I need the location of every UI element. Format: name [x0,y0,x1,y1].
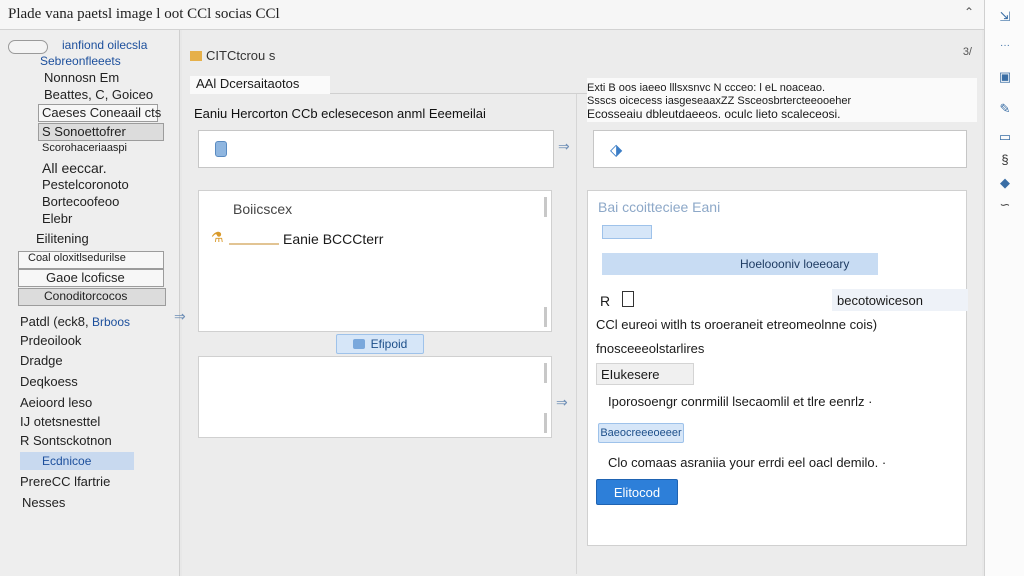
sidebar-item[interactable]: Dradge [20,353,63,368]
scrollbar-top[interactable] [544,197,547,217]
scrollbar-bottom[interactable] [544,413,547,433]
cube-icon[interactable]: ◆ [991,172,1019,194]
sidebar-item[interactable]: Sebreonfleeets [40,54,121,68]
row-value[interactable]: becotowiceson [832,289,968,311]
attach-button[interactable]: Efipoid [336,334,424,354]
file-icon [622,291,634,307]
attachment-icon: ⚗ [211,229,224,245]
row-label: R [600,293,611,309]
document-icon [215,141,227,157]
sidebar-item[interactable]: Eilitening [36,231,89,246]
scrollbar-bottom[interactable] [544,307,547,327]
sidebar-item[interactable]: Bortecoofeoo [42,194,119,209]
text-line: Iporosoengr conrmilil lsecaomlil et tlre… [608,394,873,409]
arrow-right-icon: ⇒ [174,308,186,324]
sidebar-item[interactable]: IJ otetsnesttel [20,414,100,429]
sidebar-item[interactable]: Coal oloxitlsedurilse [28,252,126,264]
small-input[interactable] [602,225,652,239]
folder-icon [190,51,202,61]
info-line: Ecosseaiu dbleutdaeeos. oculc lieto scal… [587,107,841,121]
sidebar-item[interactable]: Nesses [22,495,65,510]
sidebar-item[interactable]: Gaoe lcoficse [46,270,125,285]
sidebar-item-active[interactable]: Ecdnicoe [42,454,91,468]
tab-active[interactable]: AAl Dcersaitaotos [190,76,330,94]
window-control-icon[interactable]: ⌃ [964,5,974,19]
right-input-field[interactable]: ⬗ [593,130,967,168]
text-line: fnosceeeolstarlires [596,341,705,356]
sidebar-item[interactable]: Nonnosn Em [44,70,119,85]
sidebar-item[interactable]: Caeses Coneaail cts [42,105,161,120]
submit-button[interactable]: Elitocod [596,479,678,505]
upload-icon: ⬗ [610,142,623,159]
sidebar-item[interactable]: Aeioord leso [20,395,92,410]
edit-icon[interactable]: ✎ [991,98,1019,120]
details-panel: Bai ccoitteciee Eani Hoeloooniv loeeoary… [587,190,968,546]
sidebar: ianfiond oilecsla Sebreonfleeets Nonnosn… [0,30,180,576]
sidebar-item-selected[interactable]: Conoditorcocos [44,289,127,303]
arrow-right-icon: ⇒ [556,394,568,410]
sidebar-item[interactable]: PrereCC lfartrie [20,474,110,489]
panel-title: Bai ccoitteciee Eani [598,199,721,215]
main-area: CITCtcrou s 3/ AAl Dcersaitaotos Eaniu H… [174,30,982,576]
image-icon[interactable]: ▣ [991,66,1019,88]
secondary-button[interactable]: Baeocreeeoeeer [598,423,684,443]
breadcrumb[interactable]: CITCtcrou s [190,48,275,63]
attachment-panel: Boiicscex ⚗ Eanie BCCCterr [198,190,552,332]
info-line: Ssscs oicecess iasgeseaaxZZ Ssceosbrterc… [587,95,852,107]
link-icon[interactable]: § [991,148,1019,170]
attach-button-label: Efipoid [370,337,408,351]
info-line: Exti B oos iaeeo lllsxsnvc N ccceo: l eL… [587,82,826,94]
title-bar: Plade vana paetsl image l oot CCl socias… [0,0,984,30]
sidebar-item[interactable]: Patdl (eck8, [20,314,89,329]
label-box[interactable]: EIukesere [596,363,694,385]
sidebar-item[interactable]: R Sontsckotnon [20,433,112,448]
page-icon[interactable]: ▭ [991,126,1019,148]
breadcrumb-end: 3/ [962,46,972,58]
sidebar-item[interactable]: Scorohaceriaaspi [42,142,127,154]
text-line: CCl eureoi witlh ts oroeraneit etreomeol… [596,317,878,332]
attach-icon [352,339,365,349]
sidebar-item[interactable]: Deqkoess [20,374,78,389]
panel-title: Boiicscex [233,201,293,217]
window-title: Plade vana paetsl image l oot CCl socias… [8,6,280,22]
sidebar-item-selected[interactable]: S Sonoettofrer [42,124,126,139]
attachment-name[interactable]: Eanie BCCCterr [283,231,383,247]
highlight-bar[interactable]: Hoeloooniv loeeoary [602,253,878,275]
scrollbar-top[interactable] [544,363,547,383]
notes-panel[interactable] [198,356,552,438]
text-line: Clo comaas asraniia your errdi eel oacl … [608,455,887,470]
divider [229,243,279,245]
sidebar-item[interactable]: Prdeoilook [20,333,81,348]
sidebar-item[interactable]: Brboos [92,315,130,329]
expand-icon[interactable]: ⇲ [991,6,1019,28]
sidebar-item[interactable]: Pestelcoronoto [42,177,129,192]
breadcrumb-label: CITCtcrou s [206,48,276,63]
more-icon[interactable]: ··· [991,34,1019,56]
right-column: Exti B oos iaeeo lllsxsnvc N ccceo: l eL… [576,78,977,574]
signature-icon[interactable]: ∽ [991,194,1019,216]
sidebar-item[interactable]: ianfiond oilecsla [62,38,147,52]
left-column: Eaniu Hercorton CCb ecleseceson anml Eee… [174,94,570,574]
back-button[interactable] [8,40,48,54]
right-rail: ⇲ ··· ▣ ✎ ▭ § ◆ ∽ [984,0,1024,576]
arrow-right-icon: ⇒ [558,138,570,154]
sidebar-item[interactable]: Elebr [42,211,72,226]
sidebar-item[interactable]: Beattes, C, Goiceo [44,87,153,102]
left-input-field[interactable] [198,130,554,168]
sidebar-item[interactable]: All eeccar. [42,160,107,176]
left-heading: Eaniu Hercorton CCb ecleseceson anml Eee… [194,106,486,121]
